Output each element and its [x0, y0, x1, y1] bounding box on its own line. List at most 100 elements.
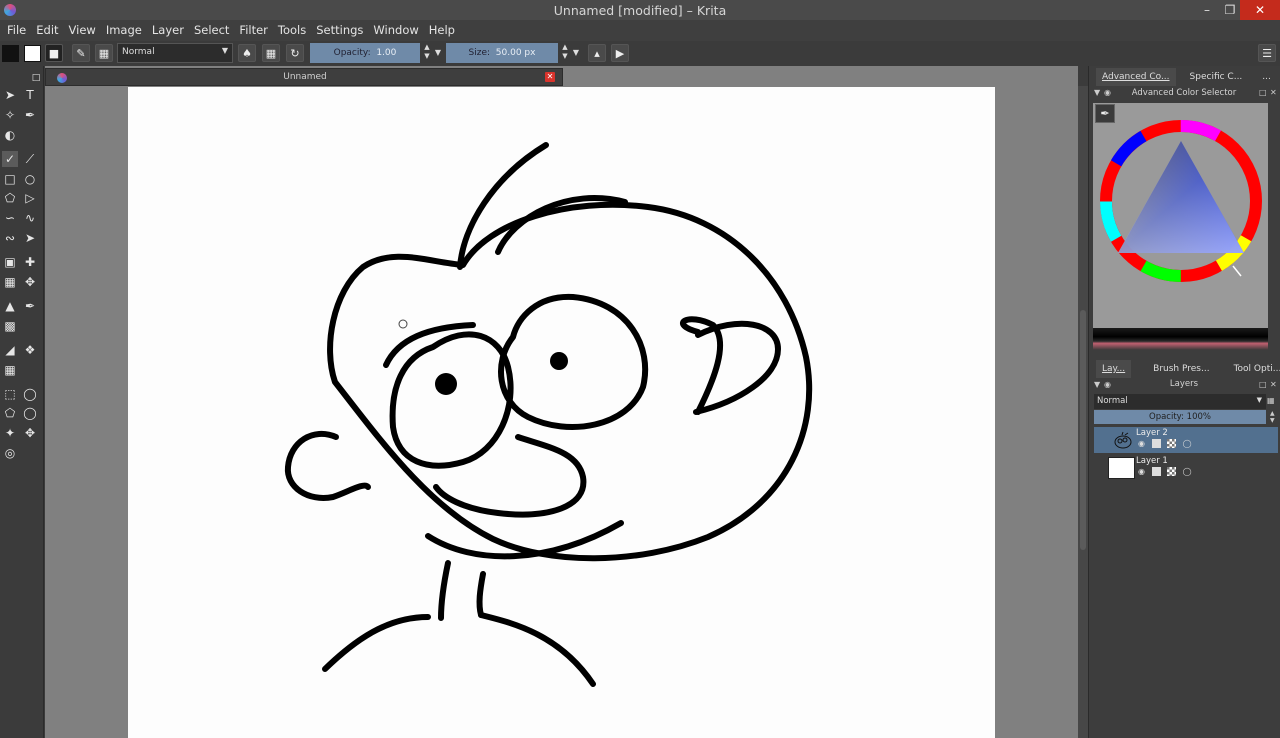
- size-spin-arrows[interactable]: ▲ ▼: [560, 43, 570, 63]
- background-color-swatch[interactable]: [24, 45, 41, 62]
- polygon-select-tool-icon[interactable]: ⬠: [2, 405, 18, 421]
- mirror-horizontal-icon[interactable]: ▴: [588, 44, 606, 62]
- similar-select-tool-icon[interactable]: ✥: [22, 425, 38, 441]
- freehand-path-tool-icon[interactable]: ∿: [22, 210, 38, 226]
- opacity-menu-arrow[interactable]: ▼: [433, 48, 443, 68]
- layers-lock-icon[interactable]: ◉: [1104, 380, 1111, 389]
- reference-images-tool-icon[interactable]: ❖: [22, 342, 38, 358]
- color-swap-icon[interactable]: ■: [45, 44, 63, 62]
- menu-edit[interactable]: Edit: [31, 20, 63, 41]
- dynamic-brush-tool-icon[interactable]: ∾: [2, 230, 18, 246]
- transform-tool-icon[interactable]: ▣: [2, 254, 18, 270]
- opacity-slider[interactable]: Opacity: 1.00: [310, 43, 420, 63]
- inherit-alpha-icon[interactable]: ◯: [1183, 467, 1194, 476]
- menu-image[interactable]: Image: [101, 20, 147, 41]
- layer-row-layer-2[interactable]: Layer 2 ◉ ◯: [1094, 427, 1278, 453]
- layer-opacity-spin[interactable]: ▲ ▼: [1270, 410, 1275, 424]
- color-selector-area[interactable]: [1093, 103, 1268, 328]
- layer-row-layer-1[interactable]: Layer 1 ◉ ◯: [1094, 455, 1278, 481]
- menu-settings[interactable]: Settings: [311, 20, 368, 41]
- crop-tool-icon[interactable]: ▦: [2, 274, 18, 290]
- layers-float-icon[interactable]: □: [1259, 380, 1267, 389]
- move-tool-icon[interactable]: ✚: [22, 254, 38, 270]
- ellipse-select-tool-icon[interactable]: ◯: [22, 386, 38, 402]
- alpha-lock-icon[interactable]: [1167, 439, 1177, 448]
- layer-blend-mode-select[interactable]: Normal ▼: [1094, 394, 1266, 409]
- preserve-alpha-icon[interactable]: ▦: [262, 44, 280, 62]
- layers-collapse-icon[interactable]: ▼: [1094, 380, 1100, 389]
- edit-shapes-tool-icon[interactable]: ✧: [2, 107, 18, 123]
- menu-help[interactable]: Help: [424, 20, 460, 41]
- tab-more[interactable]: ...: [1256, 68, 1277, 86]
- polygon-tool-icon[interactable]: ⬠: [2, 190, 18, 206]
- toolbox-float-icon[interactable]: □: [28, 70, 44, 86]
- panel-close-icon[interactable]: ✕: [1270, 88, 1277, 97]
- menu-tools[interactable]: Tools: [273, 20, 311, 41]
- menu-window[interactable]: Window: [368, 20, 423, 41]
- blend-mode-select[interactable]: Normal ▼: [117, 43, 233, 63]
- menu-view[interactable]: View: [64, 20, 101, 41]
- eraser-mode-icon[interactable]: ♠: [238, 44, 256, 62]
- panel-float-icon[interactable]: □: [1259, 88, 1267, 97]
- fill-tool-icon[interactable]: ▲: [2, 298, 18, 314]
- color-picker-tool-icon[interactable]: ✒: [22, 298, 38, 314]
- visibility-eye-icon[interactable]: ◉: [1138, 439, 1147, 448]
- tab-layers[interactable]: Lay...: [1096, 360, 1132, 378]
- mirror-vertical-icon[interactable]: ▶: [611, 44, 629, 62]
- line-tool-icon[interactable]: ⟋: [22, 151, 38, 167]
- assistant-tool-icon[interactable]: ✥: [22, 274, 38, 290]
- brush-preset-icon[interactable]: ✎: [72, 44, 90, 62]
- bezier-select-tool-icon[interactable]: ◎: [2, 445, 18, 461]
- tab-brush-presets[interactable]: Brush Pres...: [1147, 360, 1215, 378]
- visibility-eye-icon[interactable]: ◉: [1138, 467, 1147, 476]
- grid-tool-icon[interactable]: ▦: [2, 362, 18, 378]
- reload-preset-icon[interactable]: ↻: [286, 44, 304, 62]
- layers-close-icon[interactable]: ✕: [1270, 380, 1277, 389]
- panel-lock-icon[interactable]: ◉: [1104, 88, 1111, 97]
- bezier-tool-icon[interactable]: ∽: [2, 210, 18, 226]
- lock-icon[interactable]: [1151, 467, 1161, 476]
- drawing-canvas[interactable]: [128, 87, 995, 738]
- freehand-select-tool-icon[interactable]: ◯: [22, 405, 38, 421]
- gradient-editor-tool-icon[interactable]: ◐: [2, 127, 18, 143]
- panel-collapse-icon[interactable]: ▼: [1094, 88, 1100, 97]
- menu-filter[interactable]: Filter: [234, 20, 272, 41]
- tab-specific-color[interactable]: Specific C...: [1184, 68, 1249, 86]
- close-window-button[interactable]: ✕: [1240, 0, 1280, 20]
- inherit-alpha-icon[interactable]: ◯: [1183, 439, 1194, 448]
- color-picker-icon[interactable]: ✒: [1095, 104, 1115, 123]
- rectangle-tool-icon[interactable]: □: [2, 171, 18, 187]
- pattern-icon[interactable]: ▦: [95, 44, 113, 62]
- polyline-tool-icon[interactable]: ▷: [22, 190, 38, 206]
- dock-options-icon[interactable]: ☰: [1258, 44, 1276, 62]
- layer-opacity-slider[interactable]: Opacity: 100%: [1094, 410, 1266, 424]
- close-document-icon[interactable]: ✕: [545, 72, 555, 82]
- tab-advanced-color[interactable]: Advanced Co...: [1096, 68, 1176, 86]
- calligraphy-tool-icon[interactable]: ✒: [22, 107, 38, 123]
- layer-options-icon[interactable]: ▦: [1267, 396, 1275, 405]
- multibrush-tool-icon[interactable]: ➤: [22, 230, 38, 246]
- lock-icon[interactable]: [1151, 439, 1161, 448]
- alpha-lock-icon[interactable]: [1167, 467, 1177, 476]
- freehand-brush-tool-icon[interactable]: ✓: [2, 151, 18, 167]
- ellipse-tool-icon[interactable]: ○: [22, 171, 38, 187]
- menu-select[interactable]: Select: [189, 20, 234, 41]
- menu-file[interactable]: File: [2, 20, 31, 41]
- rect-select-tool-icon[interactable]: ⬚: [2, 386, 18, 402]
- tab-tool-options[interactable]: Tool Opti...: [1228, 360, 1280, 378]
- size-menu-arrow[interactable]: ▼: [571, 48, 581, 68]
- color-history-bar[interactable]: [1093, 328, 1268, 350]
- gradient-tool-icon[interactable]: ▩: [2, 318, 18, 334]
- scrollbar-thumb[interactable]: [1080, 310, 1086, 550]
- menu-layer[interactable]: Layer: [147, 20, 189, 41]
- text-tool-icon[interactable]: T: [22, 87, 38, 103]
- canvas-vertical-scrollbar[interactable]: [1078, 86, 1088, 738]
- select-shapes-tool-icon[interactable]: ➤: [2, 87, 18, 103]
- size-slider[interactable]: Size: 50.00 px: [446, 43, 558, 63]
- measure-tool-icon[interactable]: ◢: [2, 342, 18, 358]
- contiguous-select-tool-icon[interactable]: ✦: [2, 425, 18, 441]
- hue-ring-triangle[interactable]: [1093, 103, 1268, 328]
- foreground-color-swatch[interactable]: [2, 45, 19, 62]
- opacity-spin-arrows[interactable]: ▲ ▼: [422, 43, 432, 63]
- document-tab[interactable]: Unnamed ✕: [45, 68, 563, 86]
